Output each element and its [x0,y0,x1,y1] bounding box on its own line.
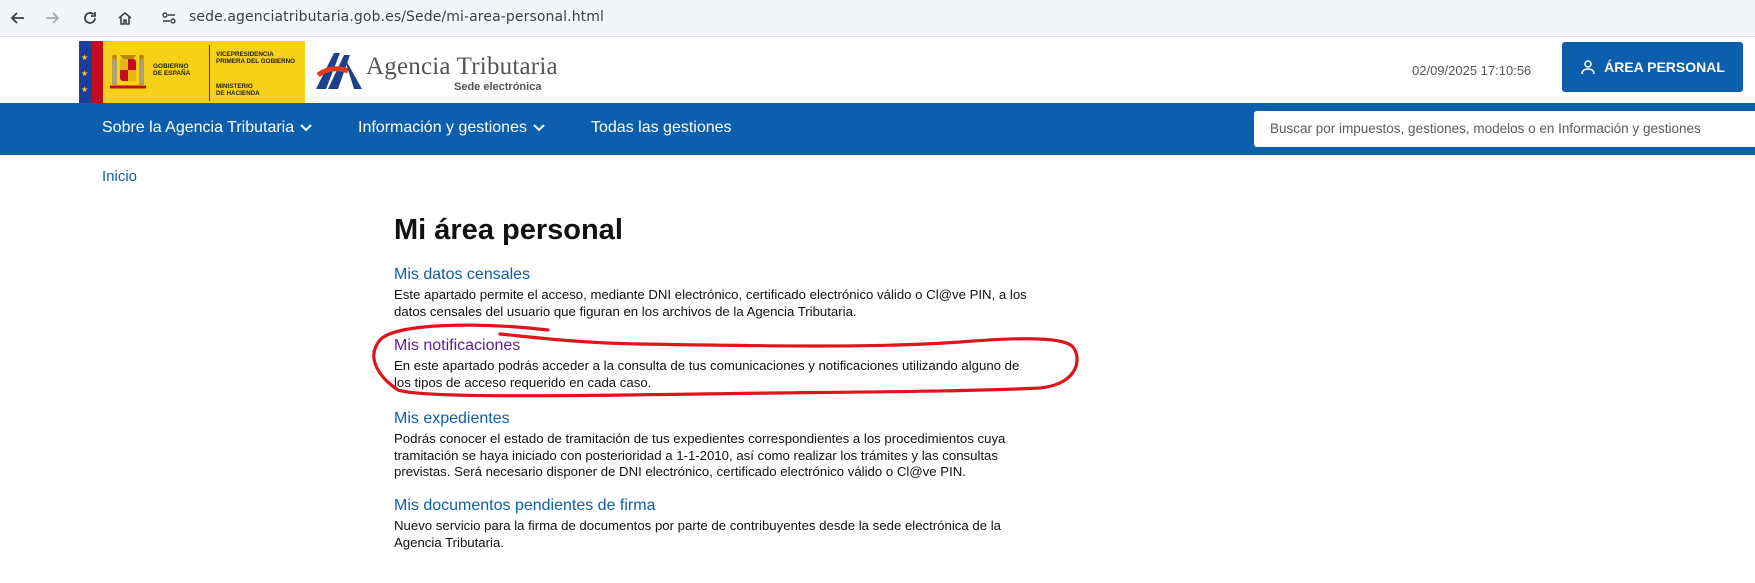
page-title: Mi área personal [394,214,623,246]
chevron-down-icon [533,124,545,132]
section-notificaciones: Mis notificaciones En este apartado podr… [394,337,1034,391]
gobierno-logo[interactable]: ★ ★ ★ GOBIERNO DE ESPAÑA VICEPRESIDENCIA [79,41,305,103]
site-header: ★ ★ ★ GOBIERNO DE ESPAÑA VICEPRESIDENCIA [0,37,1755,103]
search-input[interactable]: Buscar por impuestos, gestiones, modelos… [1254,111,1755,147]
home-icon[interactable] [113,6,137,30]
nav-sobre-agencia[interactable]: Sobre la Agencia Tributaria [102,119,312,137]
section-description: Nuevo servicio para la firma de document… [394,518,1001,550]
nav-todas-gestiones-label: Todas las gestiones [591,119,732,136]
section-description: Este apartado permite el acceso, mediant… [394,287,1027,319]
ministerio-text: VICEPRESIDENCIA PRIMERA DEL GOBIERNO MIN… [209,45,295,101]
gobierno-text: GOBIERNO DE ESPAÑA [153,63,191,77]
forward-icon[interactable] [40,6,64,30]
link-mis-notificaciones[interactable]: Mis notificaciones [394,337,1034,355]
nav-informacion-gestiones[interactable]: Información y gestiones [358,119,545,137]
site-info-icon[interactable] [158,7,180,29]
back-icon[interactable] [6,6,30,30]
nav-todas-gestiones[interactable]: Todas las gestiones [591,119,732,137]
section-description: Podrás conocer el estado de tramitación … [394,431,1006,479]
breadcrumb-inicio[interactable]: Inicio [102,168,137,185]
area-personal-button[interactable]: ÁREA PERSONAL [1562,42,1743,92]
area-personal-label: ÁREA PERSONAL [1604,59,1725,75]
section-datos-censales: Mis datos censales Este apartado permite… [394,266,1034,320]
reload-icon[interactable] [78,6,102,30]
section-description: En este apartado podrás acceder a la con… [394,358,1020,390]
link-mis-expedientes[interactable]: Mis expedientes [394,410,1034,428]
nav-sobre-agencia-label: Sobre la Agencia Tributaria [102,119,295,136]
nav-informacion-gestiones-label: Información y gestiones [358,119,527,136]
agency-name[interactable]: Agencia Tributaria [366,53,558,81]
link-mis-documentos-firma[interactable]: Mis documentos pendientes de firma [394,497,1034,515]
address-bar[interactable]: sede.agenciatributaria.gob.es/Sede/mi-ar… [189,9,604,25]
link-mis-datos-censales[interactable]: Mis datos censales [394,266,1034,284]
datetime: 02/09/2025 17:10:56 [1412,63,1532,78]
eu-flag-icon: ★ ★ ★ [79,41,103,103]
agency-subtitle: Sede electrónica [454,81,542,93]
agencia-tributaria-logo-icon[interactable] [314,49,364,93]
main-nav: Sobre la Agencia Tributaria Información … [0,103,1755,155]
section-documentos-firma: Mis documentos pendientes de firma Nuevo… [394,497,1034,551]
section-expedientes: Mis expedientes Podrás conocer el estado… [394,410,1034,481]
chevron-down-icon [300,124,312,132]
user-icon [1581,60,1595,75]
browser-toolbar: sede.agenciatributaria.gob.es/Sede/mi-ar… [0,0,1755,37]
coat-of-arms-icon [103,41,153,103]
